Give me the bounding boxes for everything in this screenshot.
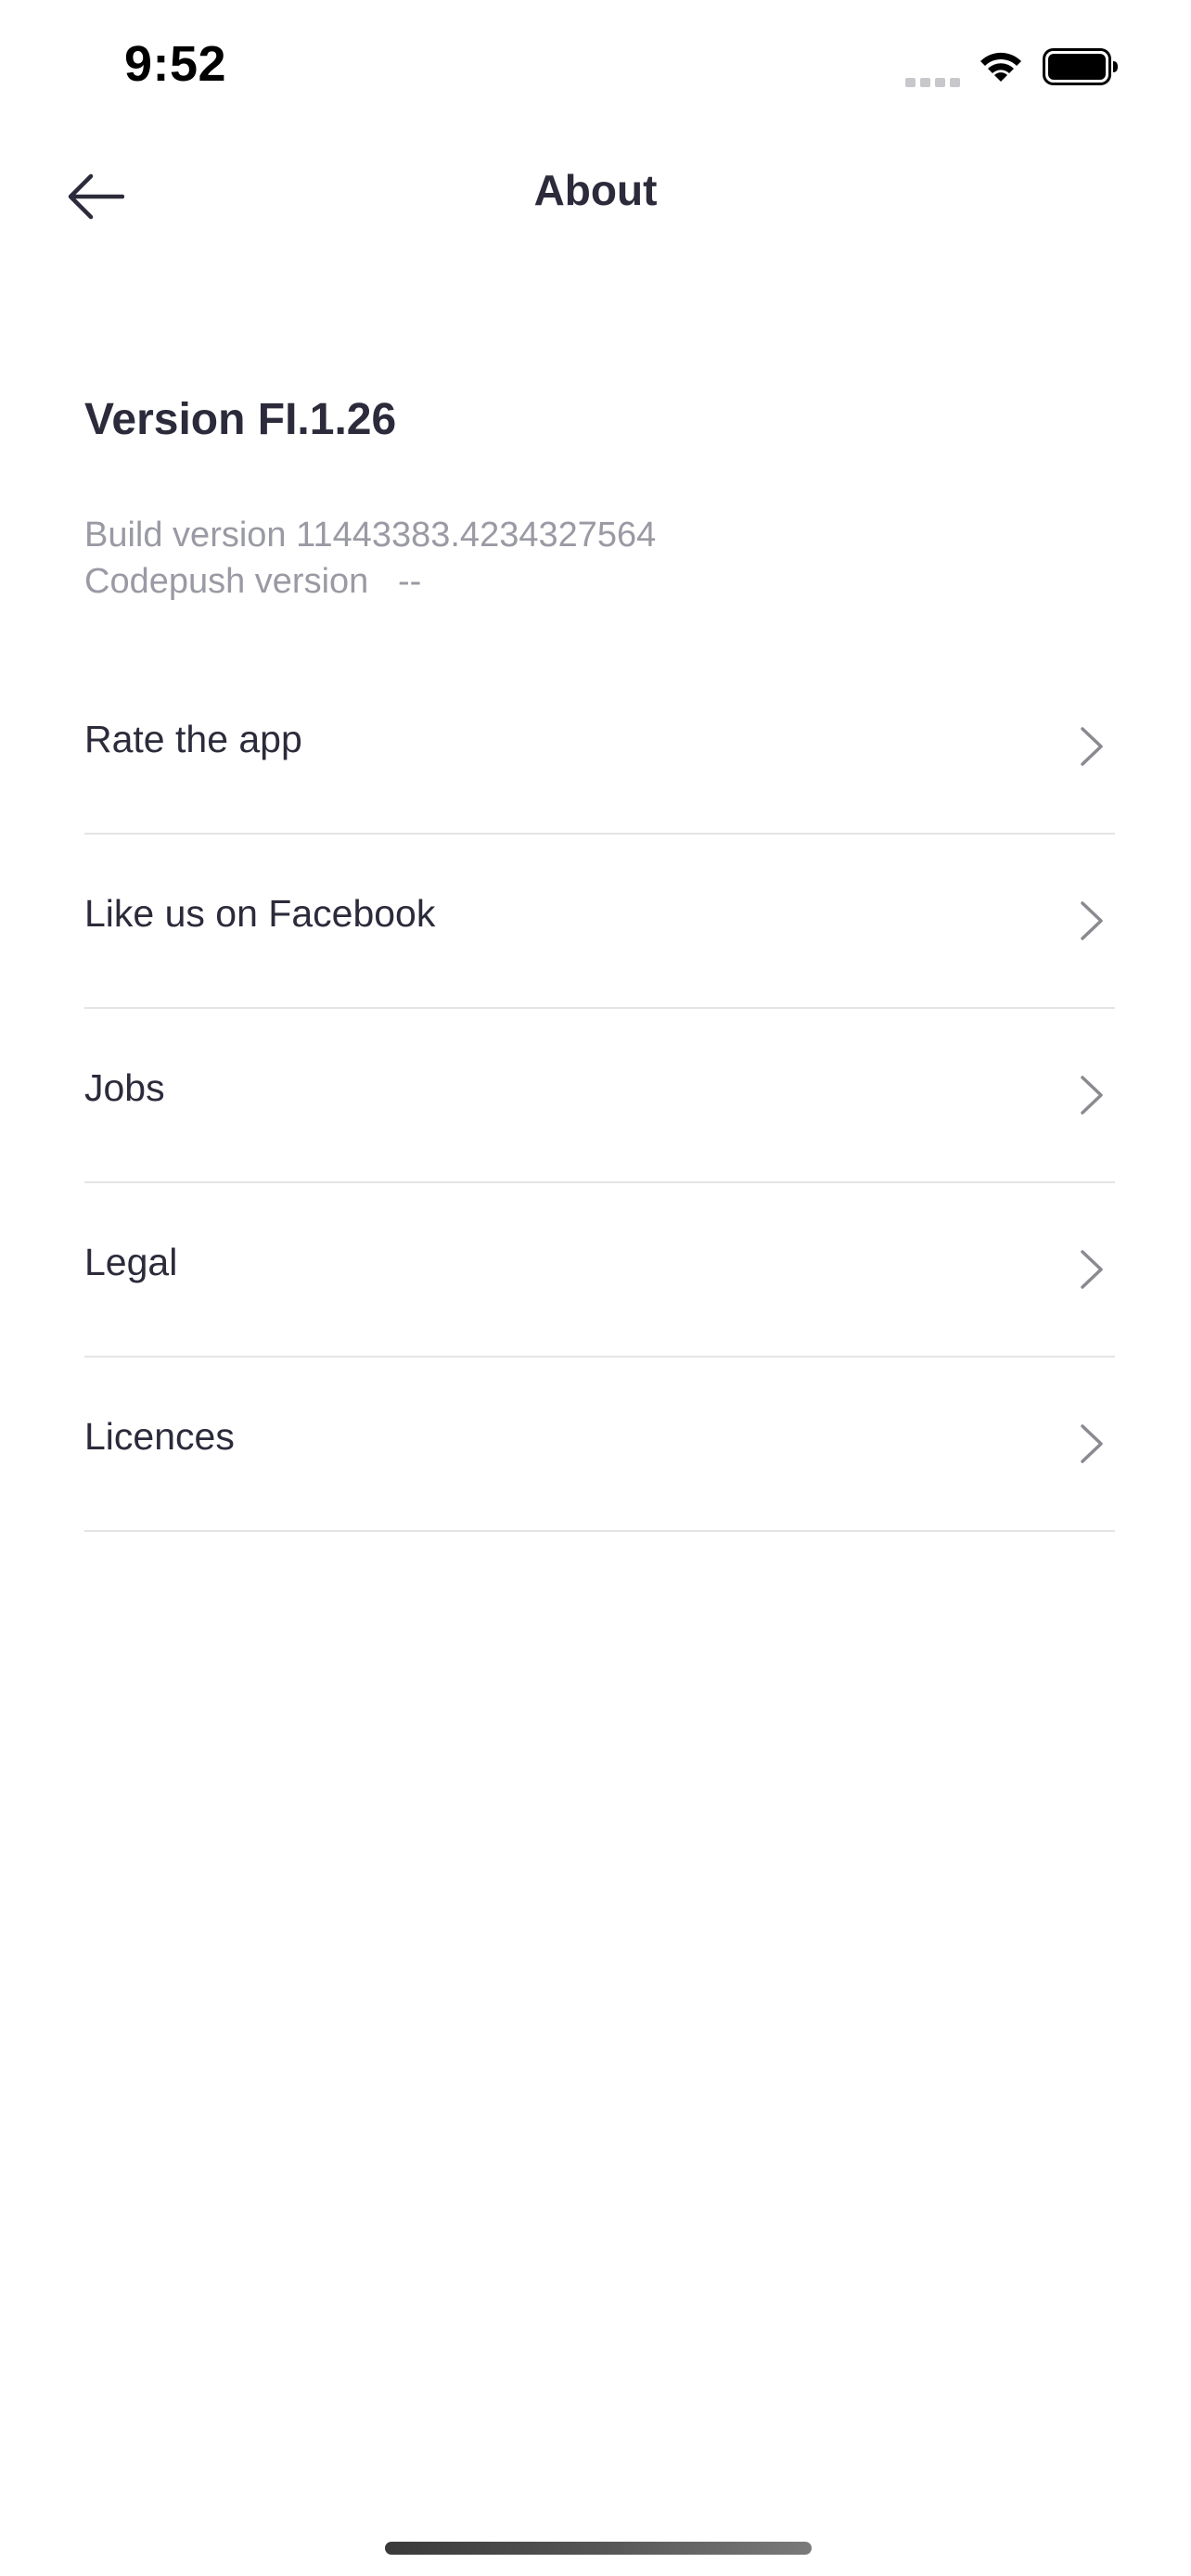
chevron-right-icon <box>1081 727 1103 766</box>
codepush-version-label: Codepush version <box>84 562 369 601</box>
menu-item-legal[interactable]: Legal <box>84 1183 1115 1358</box>
wifi-icon <box>980 52 1021 82</box>
menu-item-label: Rate the app <box>84 718 302 760</box>
menu-item-jobs[interactable]: Jobs <box>84 1009 1115 1183</box>
chevron-right-icon <box>1081 1424 1103 1463</box>
version-title: Version FI.1.26 <box>84 395 397 444</box>
navigation-bar: About <box>0 130 1191 260</box>
about-menu-list: Rate the app Like us on Facebook Jobs Le… <box>84 660 1115 1532</box>
chevron-right-icon <box>1081 1250 1103 1289</box>
build-version-value: 11443383.4234327564 <box>296 516 657 555</box>
status-bar: 9:52 <box>0 0 1191 130</box>
status-time: 9:52 <box>124 36 227 92</box>
menu-item-label: Jobs <box>84 1066 165 1109</box>
menu-item-like-us-on-facebook[interactable]: Like us on Facebook <box>84 835 1115 1009</box>
codepush-version-value: -- <box>398 562 422 601</box>
build-version-label: Build version <box>84 516 287 555</box>
chevron-right-icon <box>1081 1076 1103 1115</box>
menu-item-rate-the-app[interactable]: Rate the app <box>84 660 1115 835</box>
codepush-version-row: Codepush version -- <box>84 558 656 605</box>
cellular-signal-icon <box>905 78 960 87</box>
home-indicator <box>385 2542 812 2555</box>
menu-item-label: Like us on Facebook <box>84 892 436 935</box>
menu-item-label: Legal <box>84 1241 178 1283</box>
chevron-right-icon <box>1081 901 1103 940</box>
menu-item-licences[interactable]: Licences <box>84 1358 1115 1532</box>
build-version-row: Build version 11443383.4234327564 <box>84 512 656 558</box>
menu-item-label: Licences <box>84 1415 235 1458</box>
battery-icon <box>1043 48 1118 85</box>
build-info: Build version 11443383.4234327564 Codepu… <box>84 512 656 605</box>
page-title: About <box>533 166 658 214</box>
